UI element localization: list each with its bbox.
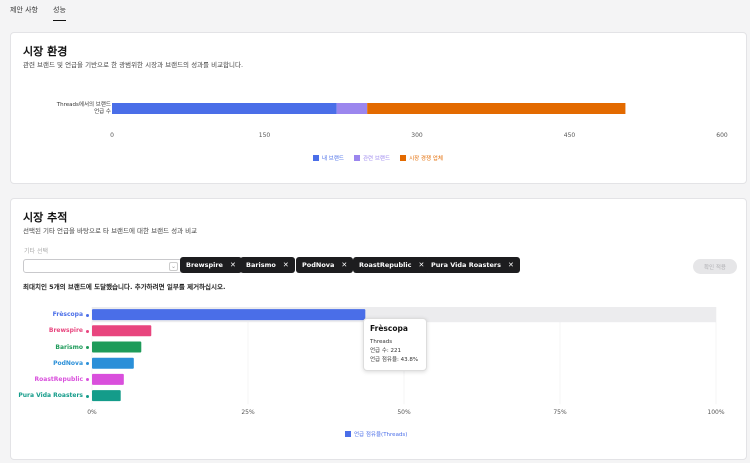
market-tracking-card: 시장 추적 선택된 기타 언급을 바탕으로 타 브랜드에 대한 브랜드 성과 비… (10, 198, 747, 460)
tab-recommendations[interactable]: 제안 사항 (10, 5, 38, 15)
brand-label: RoastRepublic (34, 375, 83, 383)
brand-bar (92, 357, 134, 369)
legend-label: 언급 점유율(Threads) (354, 432, 408, 438)
market-tracking-legend: 언급 점유율(Threads) (345, 430, 407, 438)
brand-bar (92, 390, 121, 402)
brand-dot (86, 394, 89, 398)
tooltip-platform: Threads (370, 339, 393, 345)
market-environment-legend: 내 브랜드 관련 브랜드 시장 경쟁 업체 (313, 154, 443, 162)
legend-item-0: 내 브랜드 (313, 154, 344, 162)
brand-label: Pura Vida Roasters (18, 392, 83, 400)
legend-label: 관련 브랜드 (363, 156, 391, 162)
tooltip-title: Frèscopa (370, 324, 408, 333)
legend-label: 시장 경쟁 업체 (409, 156, 443, 162)
brand-bar (92, 341, 142, 353)
legend-swatch (345, 431, 351, 437)
tab-bar: 제안 사항 성능 (0, 0, 750, 22)
stacked-bar-segment-1 (336, 103, 368, 114)
brand-label: Barismo (55, 343, 83, 351)
brand-bar (92, 373, 124, 385)
legend-swatch (354, 155, 360, 161)
tab-performance[interactable]: 성능 (53, 5, 66, 21)
brand-bar (92, 325, 152, 337)
x-tick-label: 50% (397, 409, 411, 416)
brand-label: PodNova (53, 359, 83, 367)
x-tick-label: 0% (87, 409, 97, 416)
brand-label: Frèscopa (52, 311, 83, 319)
brand-bar (92, 309, 366, 321)
x-tick-label: 75% (553, 409, 567, 416)
x-tick-label: 150 (258, 132, 271, 139)
x-tick-label: 25% (241, 409, 255, 416)
tooltip-share: 언급 점유율: 43.8% (370, 357, 419, 363)
market-environment-chart (112, 103, 626, 114)
legend-item-0: 언급 점유율(Threads) (345, 430, 407, 438)
legend-swatch (400, 155, 407, 161)
legend-swatch (313, 155, 319, 161)
legend-item-1: 관련 브랜드 (354, 154, 390, 162)
legend-item-2: 시장 경쟁 업체 (400, 154, 443, 162)
legend-label: 내 브랜드 (322, 156, 344, 162)
x-tick-label: 0 (110, 132, 114, 139)
brand-label: Brewspire (48, 327, 83, 335)
tooltip-mentions: 언급 수: 221 (370, 348, 402, 354)
stacked-bar-segment-2 (367, 103, 626, 114)
brand-dot (86, 346, 89, 349)
x-tick-label: 450 (563, 132, 576, 139)
x-tick-label: 100% (707, 409, 725, 416)
brand-dot (86, 313, 89, 317)
x-tick-label: 600 (716, 132, 728, 139)
chart-tooltip: Frèscopa Threads 언급 수: 221 언급 점유율: 43.8% (363, 318, 427, 371)
market-environment-card: 시장 환경 관련 브랜드 및 언급을 기반으로 한 광범위한 시장과 브랜드의 … (10, 32, 747, 184)
x-tick-label: 300 (411, 132, 423, 139)
stacked-bar-segment-0 (112, 103, 337, 114)
brand-dot (86, 329, 89, 333)
